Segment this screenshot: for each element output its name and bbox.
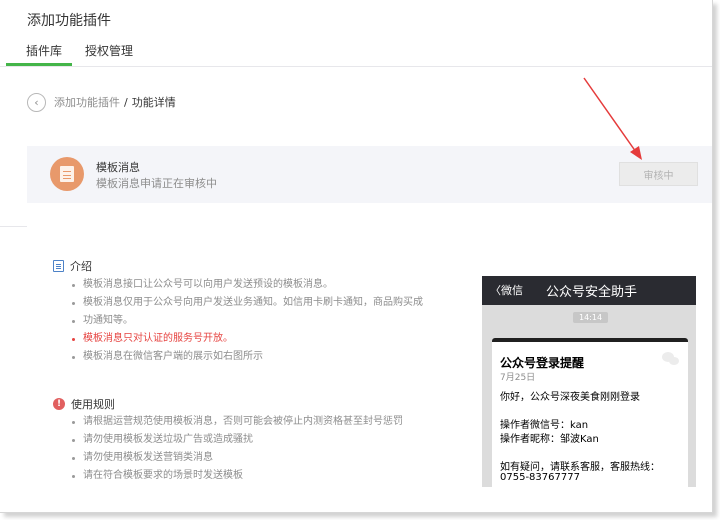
- wechat-icon: [662, 352, 679, 365]
- rule-item: 请在符合模板要求的场景时发送模板: [69, 467, 403, 485]
- message-time: 14:14: [573, 312, 609, 323]
- page-frame: 添加功能插件 插件库 授权管理 ‹ 添加功能插件 / 功能详情 模板消息 模板消…: [0, 0, 713, 513]
- card-line: 操作者昵称：邹波Kan: [500, 434, 599, 445]
- rules-heading: ! 使用规则: [53, 396, 115, 412]
- document-icon: [50, 157, 84, 191]
- card-line: 0755-83767777: [500, 472, 580, 483]
- document-list-icon: [53, 260, 64, 272]
- active-tab-indicator: [6, 63, 72, 66]
- intro-list: 模板消息接口让公众号可以向用户发送预设的模板消息。 模板消息仅用于公众号向用户发…: [69, 276, 423, 366]
- card-line: 操作者微信号：kan: [500, 420, 589, 431]
- plugin-name: 模板消息: [96, 161, 140, 174]
- tab-authorization-management[interactable]: 授权管理: [85, 42, 133, 59]
- card-title: 公众号登录提醒: [500, 356, 585, 370]
- intro-title: 介绍: [70, 260, 92, 273]
- phone-title: 公众号安全助手: [546, 285, 638, 300]
- warning-icon: !: [53, 398, 65, 410]
- page-title: 添加功能插件: [27, 13, 111, 29]
- under-review-button[interactable]: 审核中: [619, 162, 698, 186]
- template-message-preview: 〈微信 公众号安全助手 14:14 公众号登录提醒 7月25日 你好，公众号深夜…: [482, 276, 696, 487]
- intro-item-continued: 功通知等。: [69, 312, 423, 330]
- rule-item: 请勿使用模板发送营销类消息: [69, 449, 403, 467]
- breadcrumb: ‹ 添加功能插件 / 功能详情: [27, 92, 176, 112]
- rule-item: 请勿使用模板发送垃圾广告或造成骚扰: [69, 431, 403, 449]
- phone-navbar: 〈微信 公众号安全助手: [482, 276, 696, 305]
- plugin-status: 模板消息申请正在审核中: [96, 177, 217, 190]
- chevron-left-icon[interactable]: ‹: [27, 92, 46, 112]
- intro-item-highlight: 模板消息只对认证的服务号开放。: [69, 330, 423, 348]
- card-date: 7月25日: [500, 373, 536, 383]
- rule-item: 请根据运营规范使用模板消息，否则可能会被停止内测资格甚至封号惩罚: [69, 413, 403, 431]
- plugin-summary: 模板消息 模板消息申请正在审核中 审核中: [27, 146, 712, 203]
- breadcrumb-parent[interactable]: 添加功能插件: [54, 94, 120, 110]
- tab-plugin-library[interactable]: 插件库: [26, 42, 62, 59]
- divider: [0, 226, 27, 227]
- intro-heading: 介绍: [53, 258, 92, 274]
- rules-title: 使用规则: [71, 398, 115, 411]
- tab-bar: 插件库 授权管理: [0, 36, 712, 67]
- intro-item: 模板消息在微信客户端的展示如右图所示: [69, 348, 423, 366]
- intro-item: 模板消息接口让公众号可以向用户发送预设的模板消息。: [69, 276, 423, 294]
- phone-back-label: 〈微信: [490, 284, 523, 297]
- message-card: 公众号登录提醒 7月25日 你好，公众号深夜美食刚刚登录 操作者微信号：kan …: [492, 338, 688, 487]
- rules-list: 请根据运营规范使用模板消息，否则可能会被停止内测资格甚至封号惩罚 请勿使用模板发…: [69, 413, 403, 485]
- breadcrumb-current: 功能详情: [131, 96, 176, 109]
- intro-item: 模板消息仅用于公众号向用户发送业务通知。如信用卡刷卡通知，商品购买成: [69, 294, 423, 312]
- card-line: 你好，公众号深夜美食刚刚登录: [500, 392, 640, 403]
- breadcrumb-separator: /: [124, 95, 128, 109]
- card-line: 如有疑问，请联系客服，客服热线：: [500, 462, 660, 473]
